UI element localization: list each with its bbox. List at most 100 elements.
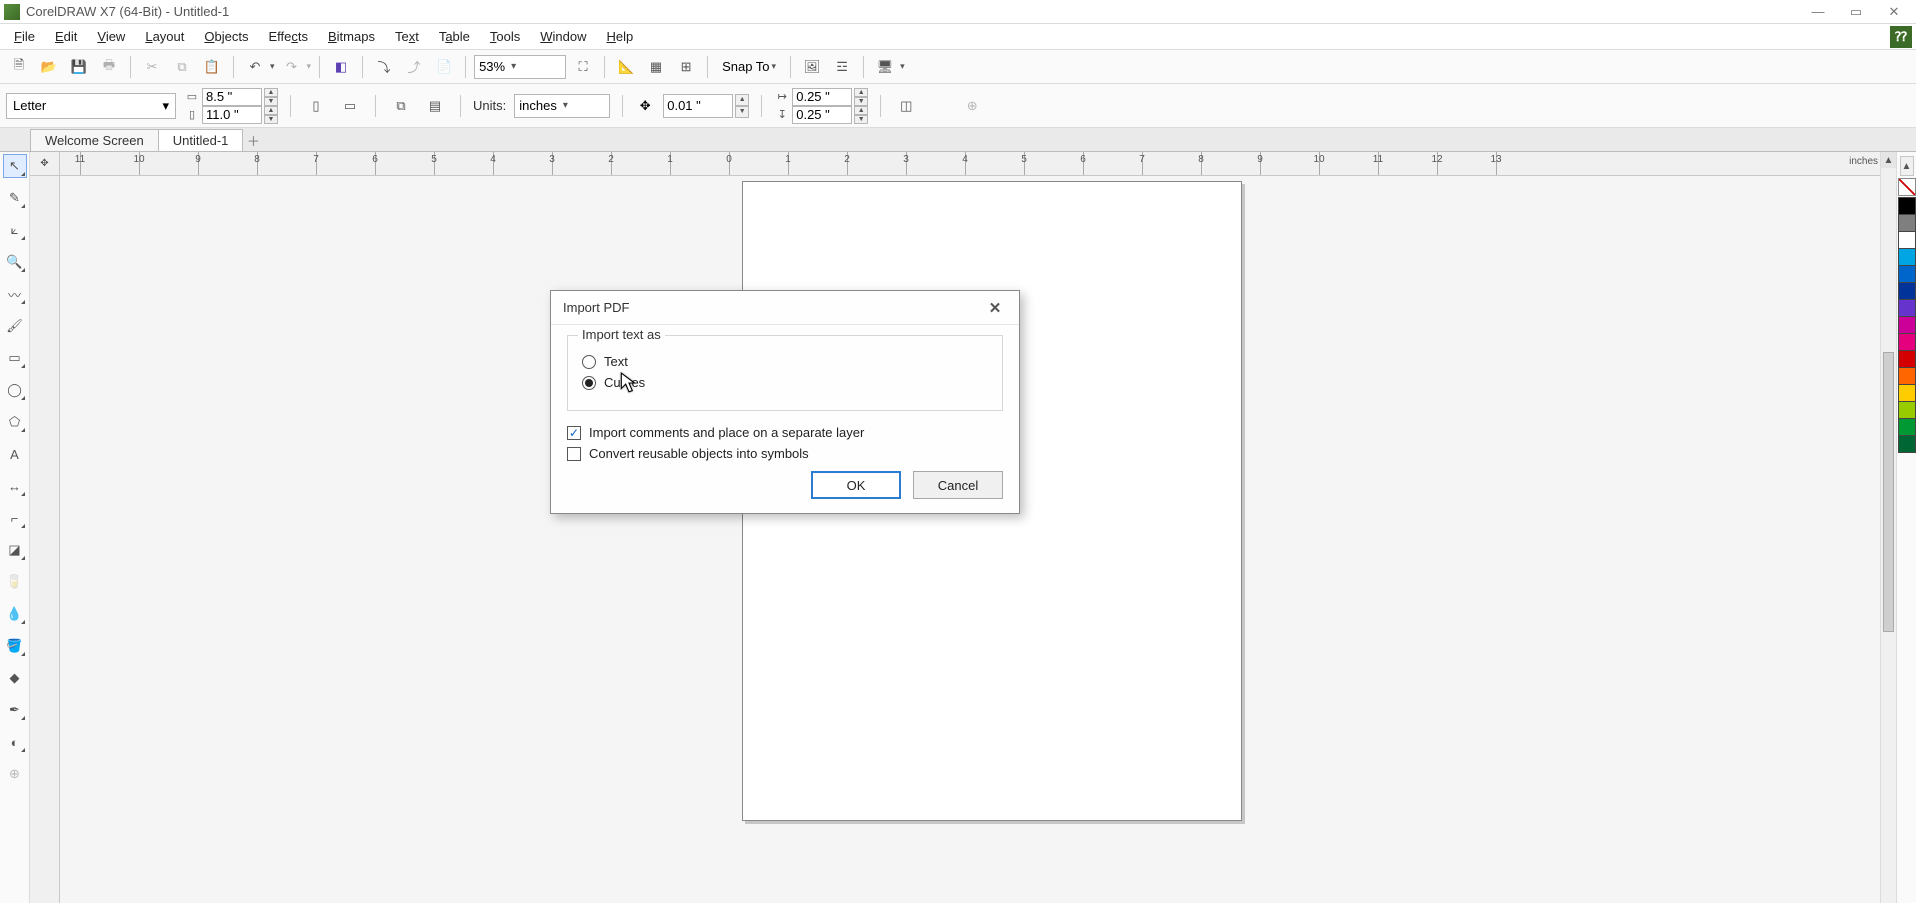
spin-down[interactable]: ▼ — [735, 106, 749, 118]
color-swatch[interactable] — [1898, 367, 1916, 385]
corel-help-icon[interactable]: ⁇ — [1890, 26, 1912, 48]
redo-icon[interactable]: ↷ — [279, 54, 305, 80]
menu-tools[interactable]: Tools — [480, 25, 530, 48]
crop-tool-icon[interactable]: ⟀ — [3, 218, 27, 242]
spin-down[interactable]: ▼ — [854, 97, 868, 106]
drop-shadow-tool-icon[interactable]: ◪ — [3, 538, 27, 562]
show-guidelines-icon[interactable]: ⊞ — [673, 54, 699, 80]
tab-welcome-screen[interactable]: Welcome Screen — [30, 129, 159, 151]
spin-up[interactable]: ▲ — [854, 106, 868, 115]
menu-text[interactable]: Text — [385, 25, 429, 48]
dialog-close-button[interactable]: ✕ — [983, 296, 1007, 320]
color-swatch[interactable] — [1898, 350, 1916, 368]
checkbox-convert-symbols[interactable] — [567, 447, 581, 461]
menu-view[interactable]: View — [87, 25, 135, 48]
menu-help[interactable]: Help — [597, 25, 644, 48]
menu-objects[interactable]: Objects — [194, 25, 258, 48]
horizontal-ruler[interactable]: 1110987654321012345678910111213 inches — [60, 152, 1880, 176]
page-height-input[interactable]: 11.0 " — [202, 106, 262, 124]
menu-edit[interactable]: Edit — [45, 25, 87, 48]
color-swatch[interactable] — [1898, 282, 1916, 300]
vertical-scrollbar[interactable]: ▲ — [1880, 152, 1896, 903]
all-pages-icon[interactable]: ⧉ — [388, 93, 414, 119]
publish-pdf-icon[interactable]: 📄 — [431, 54, 457, 80]
interactive-fill-icon[interactable]: 🪣 — [3, 634, 27, 658]
color-swatch[interactable] — [1898, 299, 1916, 317]
spin-up[interactable]: ▲ — [264, 88, 278, 97]
show-grid-icon[interactable]: ▦ — [643, 54, 669, 80]
menu-file[interactable]: File — [4, 25, 45, 48]
checkbox-import-comments-row[interactable]: ✓ Import comments and place on a separat… — [567, 425, 1003, 440]
vertical-ruler[interactable] — [30, 176, 60, 903]
menu-layout[interactable]: Layout — [135, 25, 194, 48]
spin-up[interactable]: ▲ — [854, 88, 868, 97]
text-tool-icon[interactable]: A — [3, 442, 27, 466]
spin-down[interactable]: ▼ — [264, 115, 278, 124]
parallel-dimension-icon[interactable]: ↔ — [3, 474, 27, 498]
connector-tool-icon[interactable]: ⌐ — [3, 506, 27, 530]
ruler-origin[interactable]: ✥ — [30, 152, 60, 176]
color-swatch[interactable] — [1898, 214, 1916, 232]
palette-scroll-up[interactable]: ▲ — [1900, 156, 1914, 176]
fill-dialog-icon[interactable]: ◐ — [3, 730, 27, 754]
treat-as-filled-icon[interactable]: ◫ — [893, 93, 919, 119]
fullscreen-preview-icon[interactable]: ⛶ — [570, 54, 596, 80]
color-swatch[interactable] — [1898, 265, 1916, 283]
app-launcher-icon[interactable]: ☲ — [829, 54, 855, 80]
ellipse-tool-icon[interactable]: ◯ — [3, 378, 27, 402]
color-swatch[interactable] — [1898, 333, 1916, 351]
spin-down[interactable]: ▼ — [854, 115, 868, 124]
units-combo[interactable]: inches ▾ — [514, 94, 610, 118]
zoom-level-combo[interactable]: 53% ▾ — [474, 55, 566, 79]
scroll-up-arrow[interactable]: ▲ — [1881, 152, 1896, 168]
cancel-button[interactable]: Cancel — [913, 471, 1003, 499]
radio-text[interactable] — [582, 355, 596, 369]
checkbox-convert-symbols-row[interactable]: Convert reusable objects into symbols — [567, 446, 1003, 461]
checkbox-import-comments[interactable]: ✓ — [567, 426, 581, 440]
rectangle-tool-icon[interactable]: ▭ — [3, 346, 27, 370]
dup-y-input[interactable]: 0.25 " — [792, 106, 852, 124]
zoom-tool-icon[interactable]: 🔍 — [3, 250, 27, 274]
polygon-tool-icon[interactable]: ⬠ — [3, 410, 27, 434]
menu-effects[interactable]: Effects — [258, 25, 318, 48]
outline-pen-icon[interactable]: ✒ — [3, 698, 27, 722]
show-rulers-icon[interactable]: 📐 — [613, 54, 639, 80]
color-swatch[interactable] — [1898, 197, 1916, 215]
new-document-icon[interactable]: 🗎 — [6, 54, 32, 80]
orientation-portrait-icon[interactable]: ▯ — [303, 93, 329, 119]
save-icon[interactable]: 💾 — [66, 54, 92, 80]
color-swatch[interactable] — [1898, 316, 1916, 334]
smart-fill-icon[interactable]: ◆ — [3, 666, 27, 690]
menu-window[interactable]: Window — [530, 25, 596, 48]
color-swatch[interactable] — [1898, 384, 1916, 402]
quick-customize-icon[interactable]: ⊕ — [3, 762, 27, 786]
color-swatch[interactable] — [1898, 231, 1916, 249]
snap-to-dropdown[interactable]: Snap To ▾ — [716, 59, 782, 74]
freehand-tool-icon[interactable]: 〰 — [3, 282, 27, 306]
spin-up[interactable]: ▲ — [735, 94, 749, 106]
add-tab-button[interactable]: ＋ — [242, 129, 264, 151]
import-icon[interactable]: ⤵ — [371, 54, 397, 80]
color-swatch[interactable] — [1898, 435, 1916, 453]
current-page-icon[interactable]: ▤ — [422, 93, 448, 119]
tab-untitled-1[interactable]: Untitled-1 — [158, 129, 244, 151]
launcher-dropdown[interactable]: ▾ — [900, 61, 905, 72]
search-content-icon[interactable]: ◧ — [328, 54, 354, 80]
drawing-canvas[interactable] — [60, 176, 1880, 903]
page-width-input[interactable]: 8.5 " — [202, 88, 262, 106]
color-swatch[interactable] — [1898, 248, 1916, 266]
radio-curves[interactable] — [582, 376, 596, 390]
color-eyedropper-icon[interactable]: 💧 — [3, 602, 27, 626]
ok-button[interactable]: OK — [811, 471, 901, 499]
spin-up[interactable]: ▲ — [264, 106, 278, 115]
artistic-media-icon[interactable]: 🖌 — [3, 314, 27, 338]
pick-tool-icon[interactable]: ↖ — [3, 154, 27, 178]
nudge-input[interactable]: 0.01 " — [663, 94, 733, 118]
menu-bitmaps[interactable]: Bitmaps — [318, 25, 385, 48]
export-icon[interactable]: ⤴ — [401, 54, 427, 80]
canvas-area[interactable]: ✥ 1110987654321012345678910111213 inches — [30, 152, 1880, 903]
launcher-icon[interactable]: 🖥 — [872, 54, 898, 80]
spin-down[interactable]: ▼ — [264, 97, 278, 106]
transparency-tool-icon[interactable]: 🥛 — [3, 570, 27, 594]
minimize-button[interactable]: — — [1806, 4, 1830, 20]
